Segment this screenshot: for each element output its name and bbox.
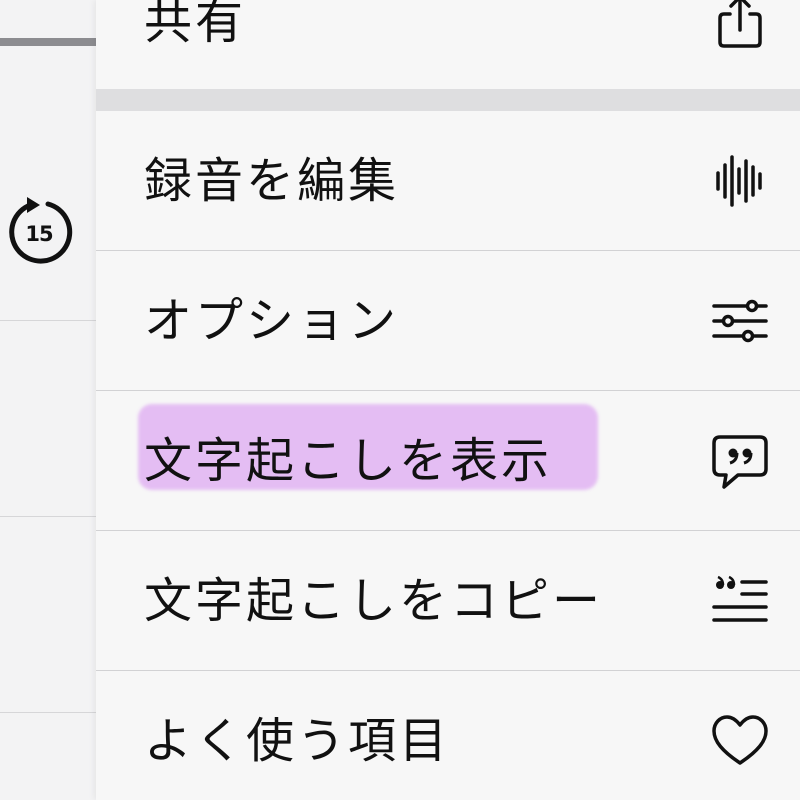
menu-item-copy-transcript[interactable]: 文字起こしをコピー [96, 531, 800, 671]
copy-quote-text-icon [710, 571, 770, 631]
menu-item-label: 共有 [144, 0, 247, 50]
sliders-icon [710, 291, 770, 351]
menu-item-favorites[interactable]: よく使う項目 [96, 671, 800, 800]
divider [0, 320, 96, 321]
share-icon [710, 0, 770, 50]
player-background: 15 [0, 0, 96, 800]
divider [0, 516, 96, 517]
menu-item-show-transcript[interactable]: 文字起こしを表示 [96, 391, 800, 531]
menu-item-label: 文字起こしをコピー [144, 573, 604, 629]
menu-item-label: 録音を編集 [144, 153, 400, 209]
waveform-icon [710, 151, 770, 211]
skip-back-button[interactable]: 15 [4, 194, 74, 268]
screen: 15 共有 録音を編集 オプション 文字起こしを表示 文字起こしをコピー よく使… [0, 0, 800, 800]
menu-item-label: オプション [144, 293, 400, 349]
context-menu: 共有 録音を編集 オプション 文字起こしを表示 文字起こしをコピー よく使う項目 [96, 0, 800, 800]
quote-bubble-icon [710, 431, 770, 491]
heart-icon [710, 711, 770, 771]
progress-track[interactable] [0, 38, 96, 46]
menu-item-label: 文字起こしを表示 [144, 433, 553, 489]
menu-item-options[interactable]: オプション [96, 251, 800, 391]
menu-section-gap [96, 89, 800, 111]
menu-item-edit-recording[interactable]: 録音を編集 [96, 111, 800, 251]
menu-item-share[interactable]: 共有 [96, 0, 800, 89]
menu-item-label: よく使う項目 [144, 713, 451, 769]
divider [0, 712, 96, 713]
skip-back-seconds: 15 [25, 222, 53, 246]
